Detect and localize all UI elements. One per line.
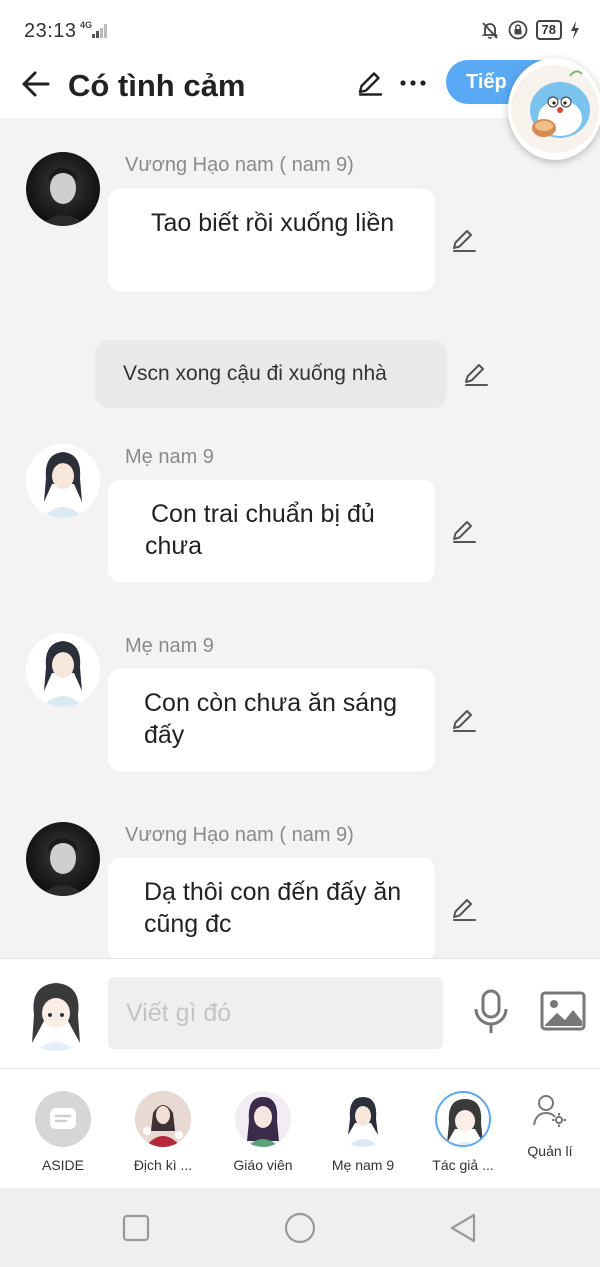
character-avatar <box>435 1091 491 1147</box>
battery-level: 78 <box>535 20 562 40</box>
message-input[interactable] <box>108 977 443 1049</box>
edit-message-icon[interactable] <box>450 226 478 254</box>
edit-message-icon[interactable] <box>450 895 478 923</box>
sender-name: Vương Hạo nam ( nam 9) <box>125 824 354 846</box>
mother-portrait-image <box>42 641 84 707</box>
avatar-me-nam-9[interactable] <box>26 444 100 518</box>
character-aside[interactable]: ASIDE <box>13 1069 113 1189</box>
character-label: Giáo viên <box>233 1157 293 1173</box>
author-character-image <box>32 983 80 1051</box>
chat-area[interactable]: Vương Hạo nam ( nam 9) Tao biết rồi xuốn… <box>0 118 600 958</box>
current-character-avatar[interactable] <box>18 975 94 1051</box>
boy-portrait-image <box>40 168 86 226</box>
pencil-icon[interactable] <box>354 68 384 98</box>
back-nav-icon[interactable] <box>446 1210 482 1246</box>
mute-bell-icon <box>481 22 498 39</box>
narration-bubble[interactable]: Vscn xong cậu đi xuống nhà <box>95 340 447 408</box>
sender-name: Vương Hạo nam ( nam 9) <box>125 154 354 176</box>
avatar-me-nam-9[interactable] <box>26 633 100 707</box>
user-settings-icon <box>533 1095 566 1127</box>
system-nav-bar <box>0 1188 600 1267</box>
character-me-nam-9[interactable]: Mẹ nam 9 <box>313 1069 413 1189</box>
back-arrow-icon[interactable] <box>18 66 54 102</box>
edit-message-icon[interactable] <box>450 706 478 734</box>
lock-icon <box>508 20 527 40</box>
recents-icon[interactable] <box>118 1210 154 1246</box>
manage-characters-button[interactable]: Quản lí <box>500 1069 600 1189</box>
character-label: Tác giả ... <box>432 1157 494 1173</box>
character-avatar <box>235 1091 291 1147</box>
character-selector: ASIDE Địch kì ... Giáo viên Mẹ nam 9 Tác… <box>0 1068 600 1188</box>
story-title: Có tình cảm <box>68 68 246 103</box>
message-bubble[interactable]: Con còn chưa ăn sáng đấy <box>108 669 435 771</box>
network-type: 4G <box>80 20 93 30</box>
character-label: Mẹ nam 9 <box>331 1157 395 1173</box>
character-tac-gia[interactable]: Tác giả ... <box>413 1069 513 1189</box>
character-label: Địch kì ... <box>133 1157 193 1173</box>
edit-message-icon[interactable] <box>450 517 478 545</box>
message-bubble[interactable]: Dạ thôi con đến đấy ăn cũng đc <box>108 858 435 958</box>
status-time: 23:13 <box>24 20 77 42</box>
image-icon[interactable] <box>540 991 586 1031</box>
avatar-vuong-hao-nam[interactable] <box>26 152 100 226</box>
message-bubble[interactable]: Tao biết rồi xuống liền <box>108 189 435 291</box>
character-avatar <box>335 1091 391 1147</box>
manage-label: Quản lí <box>527 1143 573 1159</box>
character-dich-ki[interactable]: Địch kì ... <box>113 1069 213 1189</box>
status-bar: 23:13 4G 78 <box>0 0 600 60</box>
character-giao-vien[interactable]: Giáo viên <box>213 1069 313 1189</box>
more-icon[interactable] <box>398 68 428 98</box>
signal-icon <box>92 24 110 38</box>
sender-name: Mẹ nam 9 <box>125 635 214 657</box>
message-bubble[interactable]: Con trai chuẩn bị đủ chưa <box>108 480 435 582</box>
character-label: ASIDE <box>41 1157 84 1173</box>
boy-portrait-image <box>40 838 86 896</box>
home-icon[interactable] <box>282 1210 318 1246</box>
avatar-vuong-hao-nam[interactable] <box>26 822 100 896</box>
edit-message-icon[interactable] <box>462 360 490 388</box>
aside-icon <box>35 1091 91 1147</box>
message-composer <box>0 958 600 1068</box>
character-avatar <box>135 1091 191 1147</box>
sender-name: Mẹ nam 9 <box>125 446 214 468</box>
charging-icon <box>571 21 579 39</box>
mic-icon[interactable] <box>470 989 512 1035</box>
mother-portrait-image <box>42 452 84 518</box>
